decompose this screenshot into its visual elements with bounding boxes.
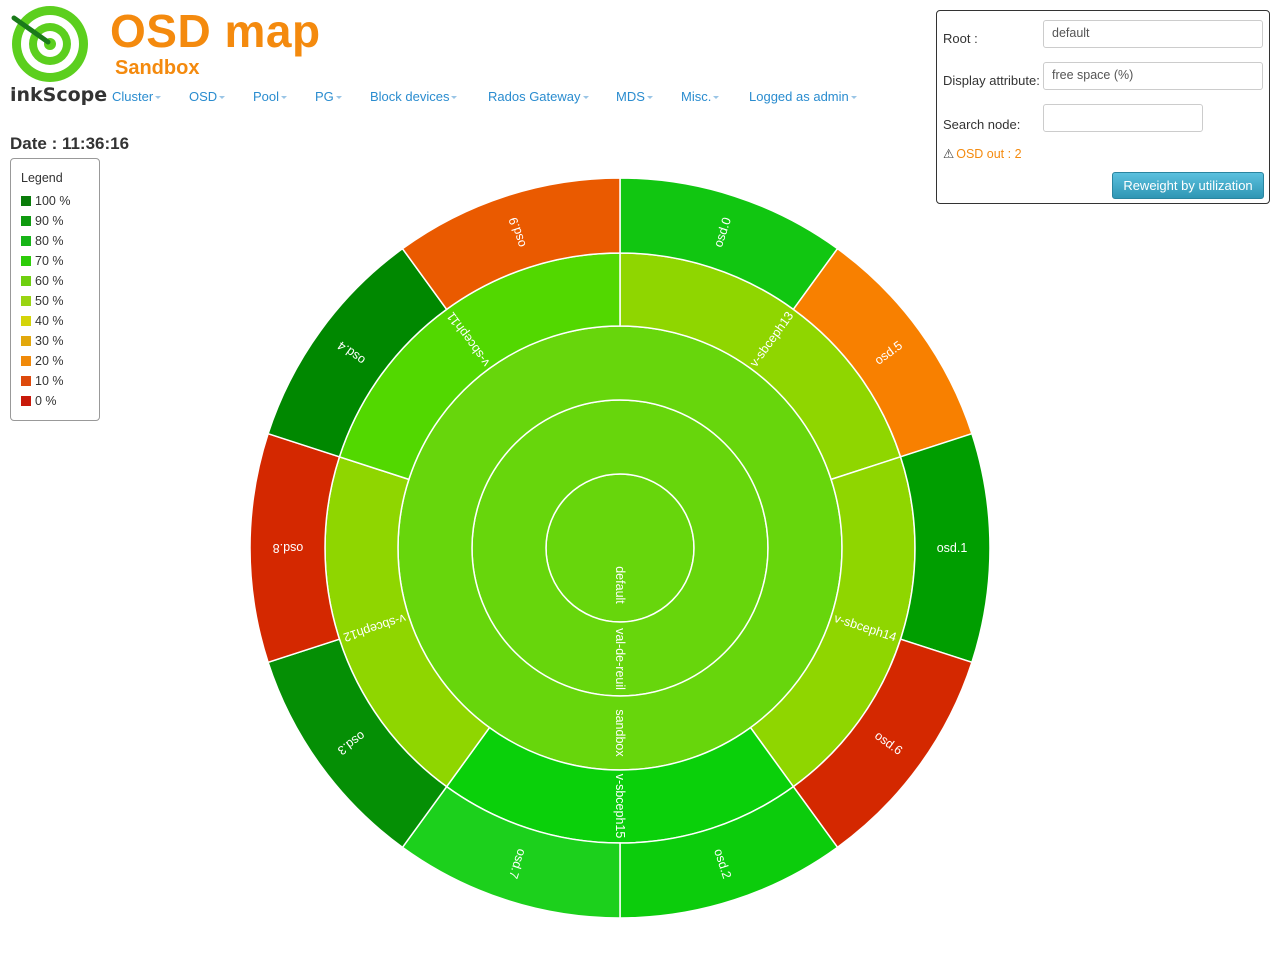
osd-node-label: osd.8 xyxy=(273,541,304,555)
osd-node-label: osd.1 xyxy=(937,541,968,555)
root-node-label: default xyxy=(613,566,627,604)
host-node-label: v-sbceph15 xyxy=(613,774,627,839)
osd-sunburst-chart: defaultval-de-reuilsandboxv-sbceph13osd.… xyxy=(249,177,991,919)
datacenter-node-label: val-de-reuil xyxy=(613,628,627,690)
room-node-label: sandbox xyxy=(613,709,627,757)
